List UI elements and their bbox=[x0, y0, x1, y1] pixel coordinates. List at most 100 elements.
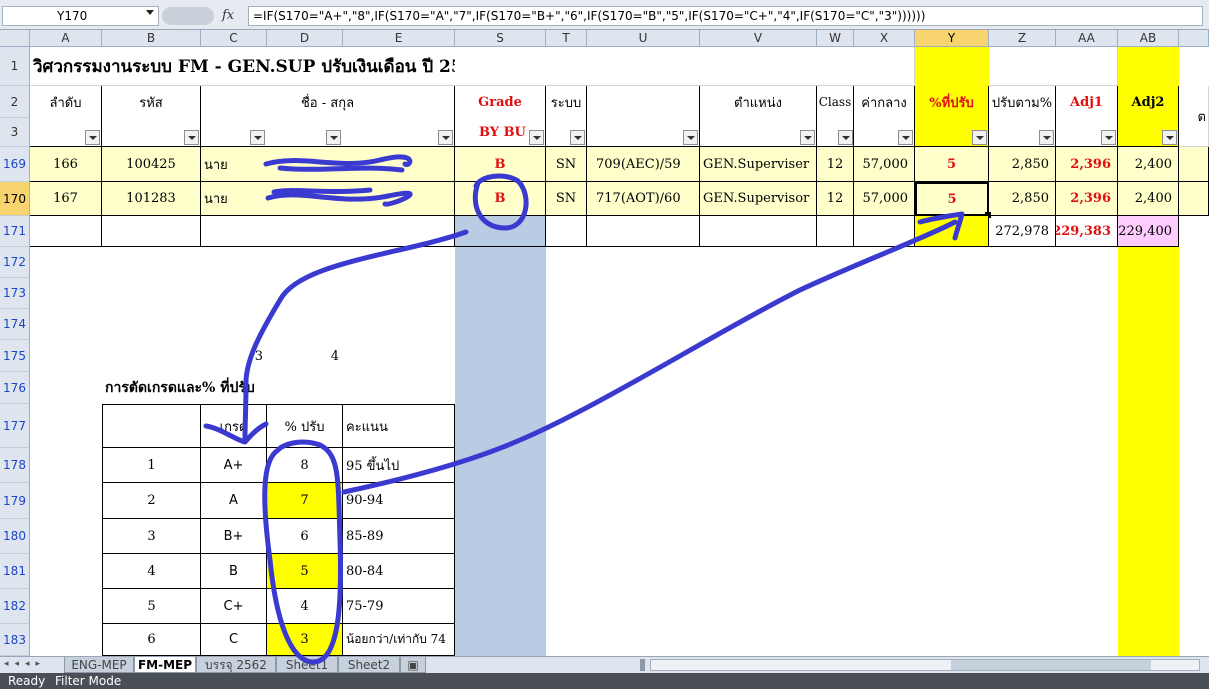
filter-dropdown-aa[interactable] bbox=[1101, 130, 1116, 145]
grade-table-header-grade[interactable]: เกรด bbox=[201, 404, 267, 448]
header-adjust-pct[interactable]: ปรับตาม% bbox=[989, 86, 1056, 118]
column-header-d[interactable]: D bbox=[267, 30, 343, 47]
row170-adj2[interactable]: 2,400 bbox=[1118, 182, 1179, 216]
filter-active-icon[interactable] bbox=[838, 130, 853, 145]
chevron-down-icon[interactable] bbox=[146, 10, 154, 15]
filter-dropdown-a[interactable] bbox=[85, 130, 100, 145]
grade-table-header-score[interactable]: คะแนน bbox=[343, 404, 455, 448]
filter-dropdown-t[interactable] bbox=[570, 130, 585, 145]
row169-system[interactable]: SN bbox=[546, 147, 587, 182]
total-adj1[interactable]: 229,383 bbox=[1056, 216, 1118, 247]
row-header-2[interactable]: 2 bbox=[0, 86, 30, 118]
grade-table-header-n[interactable] bbox=[102, 404, 201, 448]
row171-t[interactable] bbox=[546, 216, 587, 247]
sheet-tab-sheet2[interactable]: Sheet2 bbox=[338, 657, 400, 673]
header-adj2[interactable]: Adj2 bbox=[1118, 86, 1179, 118]
horizontal-scrollbar[interactable] bbox=[650, 659, 1200, 671]
total-adjust[interactable]: 272,978 bbox=[989, 216, 1056, 247]
row169-code[interactable]: 100425 bbox=[102, 147, 201, 182]
grade-row-5-pct[interactable]: 4 bbox=[267, 589, 343, 624]
header-code[interactable]: รหัส bbox=[102, 86, 201, 118]
row-header-174[interactable]: 174 bbox=[0, 309, 30, 340]
select-all-corner[interactable] bbox=[0, 30, 30, 47]
grade-row-1-score[interactable]: 95 ขึ้นไป bbox=[343, 448, 455, 483]
row-header-171[interactable]: 171 bbox=[0, 216, 30, 247]
row-header-181[interactable]: 181 bbox=[0, 554, 30, 589]
sheet-title[interactable]: วิศวกรรมงานระบบ FM - GEN.SUP ปรับเงินเดื… bbox=[30, 47, 455, 86]
row169-position[interactable]: GEN.Superviser bbox=[700, 147, 817, 182]
row171-c[interactable] bbox=[201, 216, 455, 247]
row171-w[interactable] bbox=[817, 216, 854, 247]
cell-c175[interactable]: 3 bbox=[201, 340, 267, 372]
row-header-169[interactable]: 169 bbox=[0, 147, 30, 182]
title-row-blank-right[interactable] bbox=[989, 47, 1118, 86]
header-class[interactable]: Class bbox=[817, 86, 854, 118]
row170-system[interactable]: SN bbox=[546, 182, 587, 216]
header-u[interactable] bbox=[587, 86, 700, 118]
grade-row-2-pct[interactable]: 7 bbox=[267, 483, 343, 519]
grade-row-1-n[interactable]: 1 bbox=[102, 448, 201, 483]
filter-dropdown-b[interactable] bbox=[184, 130, 199, 145]
header-grade[interactable]: Grade bbox=[455, 86, 546, 118]
row-header-170[interactable]: 170 bbox=[0, 182, 30, 216]
grade-row-4-grade[interactable]: B bbox=[201, 554, 267, 589]
sheet-tab-fm-mep[interactable]: FM-MEP bbox=[134, 657, 196, 673]
tab-scroll-arrows-icon[interactable]: ◂◂◂▸ bbox=[4, 659, 62, 671]
column-header-x[interactable]: X bbox=[854, 30, 915, 47]
row171-a[interactable] bbox=[30, 216, 102, 247]
total-adj2[interactable]: 229,400 bbox=[1118, 216, 1179, 247]
row170-adjust[interactable]: 2,850 bbox=[989, 182, 1056, 216]
formula-bar-splitter[interactable] bbox=[162, 7, 214, 25]
filter-dropdown-ab[interactable] bbox=[1162, 130, 1177, 145]
row-header-3[interactable]: 3 bbox=[0, 118, 30, 147]
row-header-183[interactable]: 183 bbox=[0, 624, 30, 656]
row170-mid[interactable]: 57,000 bbox=[854, 182, 915, 216]
filter-dropdown-u[interactable] bbox=[683, 130, 698, 145]
column-header-z[interactable]: Z bbox=[989, 30, 1056, 47]
grade-row-5-n[interactable]: 5 bbox=[102, 589, 201, 624]
grade-row-6-score[interactable]: น้อยกว่า/เท่ากับ 74 bbox=[343, 624, 455, 656]
row171-b[interactable] bbox=[102, 216, 201, 247]
row169-pct[interactable]: 5 bbox=[915, 147, 989, 182]
row170-grade[interactable]: B bbox=[455, 182, 546, 216]
worksheet-grid[interactable]: A B C D E S T U V W X Y Z AA AB 1 2 3 16… bbox=[0, 30, 1209, 656]
column-header-a[interactable]: A bbox=[30, 30, 102, 47]
grade-row-2-grade[interactable]: A bbox=[201, 483, 267, 519]
row170-seq[interactable]: 167 bbox=[30, 182, 102, 216]
grade-row-5-score[interactable]: 75-79 bbox=[343, 589, 455, 624]
header-midpoint[interactable]: ค่ากลาง bbox=[854, 86, 915, 118]
grade-table-title[interactable]: การตัดเกรดและ% ที่ปรับ bbox=[102, 372, 267, 404]
row170-extra[interactable] bbox=[1179, 182, 1209, 216]
column-header-aa[interactable]: AA bbox=[1056, 30, 1118, 47]
row170-position[interactable]: GEN.Supervisor bbox=[700, 182, 817, 216]
name-box[interactable]: Y170 bbox=[2, 6, 159, 26]
column-header-t[interactable]: T bbox=[546, 30, 587, 47]
grade-row-3-pct[interactable]: 6 bbox=[267, 519, 343, 554]
grade-row-1-grade[interactable]: A+ bbox=[201, 448, 267, 483]
filter-dropdown-y[interactable] bbox=[972, 130, 987, 145]
grade-row-3-n[interactable]: 3 bbox=[102, 519, 201, 554]
cell-d175[interactable]: 4 bbox=[267, 340, 343, 372]
row169-adj2[interactable]: 2,400 bbox=[1118, 147, 1179, 182]
active-cell-y170[interactable]: 5 bbox=[915, 182, 989, 216]
formula-input[interactable]: =IF(S170="A+","8",IF(S170="A","7",IF(S17… bbox=[248, 6, 1203, 26]
row170-u[interactable]: 717(AOT)/60 bbox=[587, 182, 700, 216]
filter-dropdown-z[interactable] bbox=[1039, 130, 1054, 145]
sheet-tab-eng-mep[interactable]: ENG-MEP bbox=[64, 657, 134, 673]
column-header-y[interactable]: Y bbox=[915, 30, 989, 47]
row-header-173[interactable]: 173 bbox=[0, 278, 30, 309]
header-name[interactable]: ชื่อ - สกุล bbox=[201, 86, 455, 118]
row169-extra[interactable] bbox=[1179, 147, 1209, 182]
row169-adjust[interactable]: 2,850 bbox=[989, 147, 1056, 182]
column-header-ac[interactable] bbox=[1179, 30, 1209, 47]
row171-x[interactable] bbox=[854, 216, 915, 247]
row169-seq[interactable]: 166 bbox=[30, 147, 102, 182]
filter-dropdown-s[interactable] bbox=[529, 130, 544, 145]
grade-row-4-pct[interactable]: 5 bbox=[267, 554, 343, 589]
grade-row-1-pct[interactable]: 8 bbox=[267, 448, 343, 483]
header-position[interactable]: ตำแหน่ง bbox=[700, 86, 817, 118]
column-header-u[interactable]: U bbox=[587, 30, 700, 47]
header-system[interactable]: ระบบ bbox=[546, 86, 587, 118]
filter-dropdown-c[interactable] bbox=[250, 130, 265, 145]
sheet-tab-sheet1[interactable]: Sheet1 bbox=[276, 657, 338, 673]
